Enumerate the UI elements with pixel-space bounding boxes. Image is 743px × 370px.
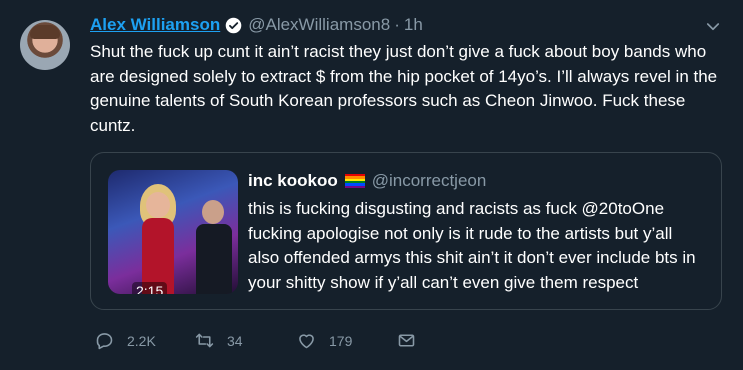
- quoted-author-handle[interactable]: @incorrectjeon: [372, 171, 487, 191]
- video-duration: 2:15: [132, 282, 168, 294]
- retweet-icon: [195, 333, 214, 348]
- like-button[interactable]: 179: [296, 330, 352, 351]
- quoted-text: this is fucking disgusting and racists a…: [248, 199, 696, 292]
- author-avatar[interactable]: [20, 20, 70, 70]
- tweet-text: Shut the fuck up cunt it ain’t racist th…: [90, 42, 718, 135]
- quoted-tweet[interactable]: 2:15 inc kookoo @incorrectjeon this is f…: [90, 152, 722, 310]
- reply-button[interactable]: 2.2K: [94, 330, 156, 351]
- tweet-header: Alex Williamson @AlexWilliamson8 · 1h: [90, 13, 423, 37]
- reply-count: 2.2K: [127, 332, 156, 349]
- like-count: 179: [329, 332, 353, 349]
- reply-icon: [96, 333, 113, 350]
- verified-badge-icon: [225, 17, 242, 33]
- retweet-button[interactable]: 34: [194, 330, 243, 351]
- retweet-count: 34: [227, 332, 243, 349]
- chevron-down-icon[interactable]: [704, 18, 722, 36]
- tweet-time[interactable]: 1h: [404, 15, 423, 35]
- heart-icon: [299, 334, 314, 349]
- author-name[interactable]: Alex Williamson: [90, 15, 220, 35]
- author-handle[interactable]: @AlexWilliamson8: [248, 15, 390, 35]
- quoted-author-name[interactable]: inc kookoo: [248, 171, 338, 191]
- video-thumbnail[interactable]: 2:15: [108, 170, 238, 294]
- envelope-icon: [398, 334, 415, 347]
- quoted-header: inc kookoo @incorrectjeon: [248, 171, 486, 191]
- dm-button[interactable]: [396, 330, 417, 351]
- separator: ·: [394, 15, 400, 34]
- rainbow-flag-icon: [344, 174, 365, 188]
